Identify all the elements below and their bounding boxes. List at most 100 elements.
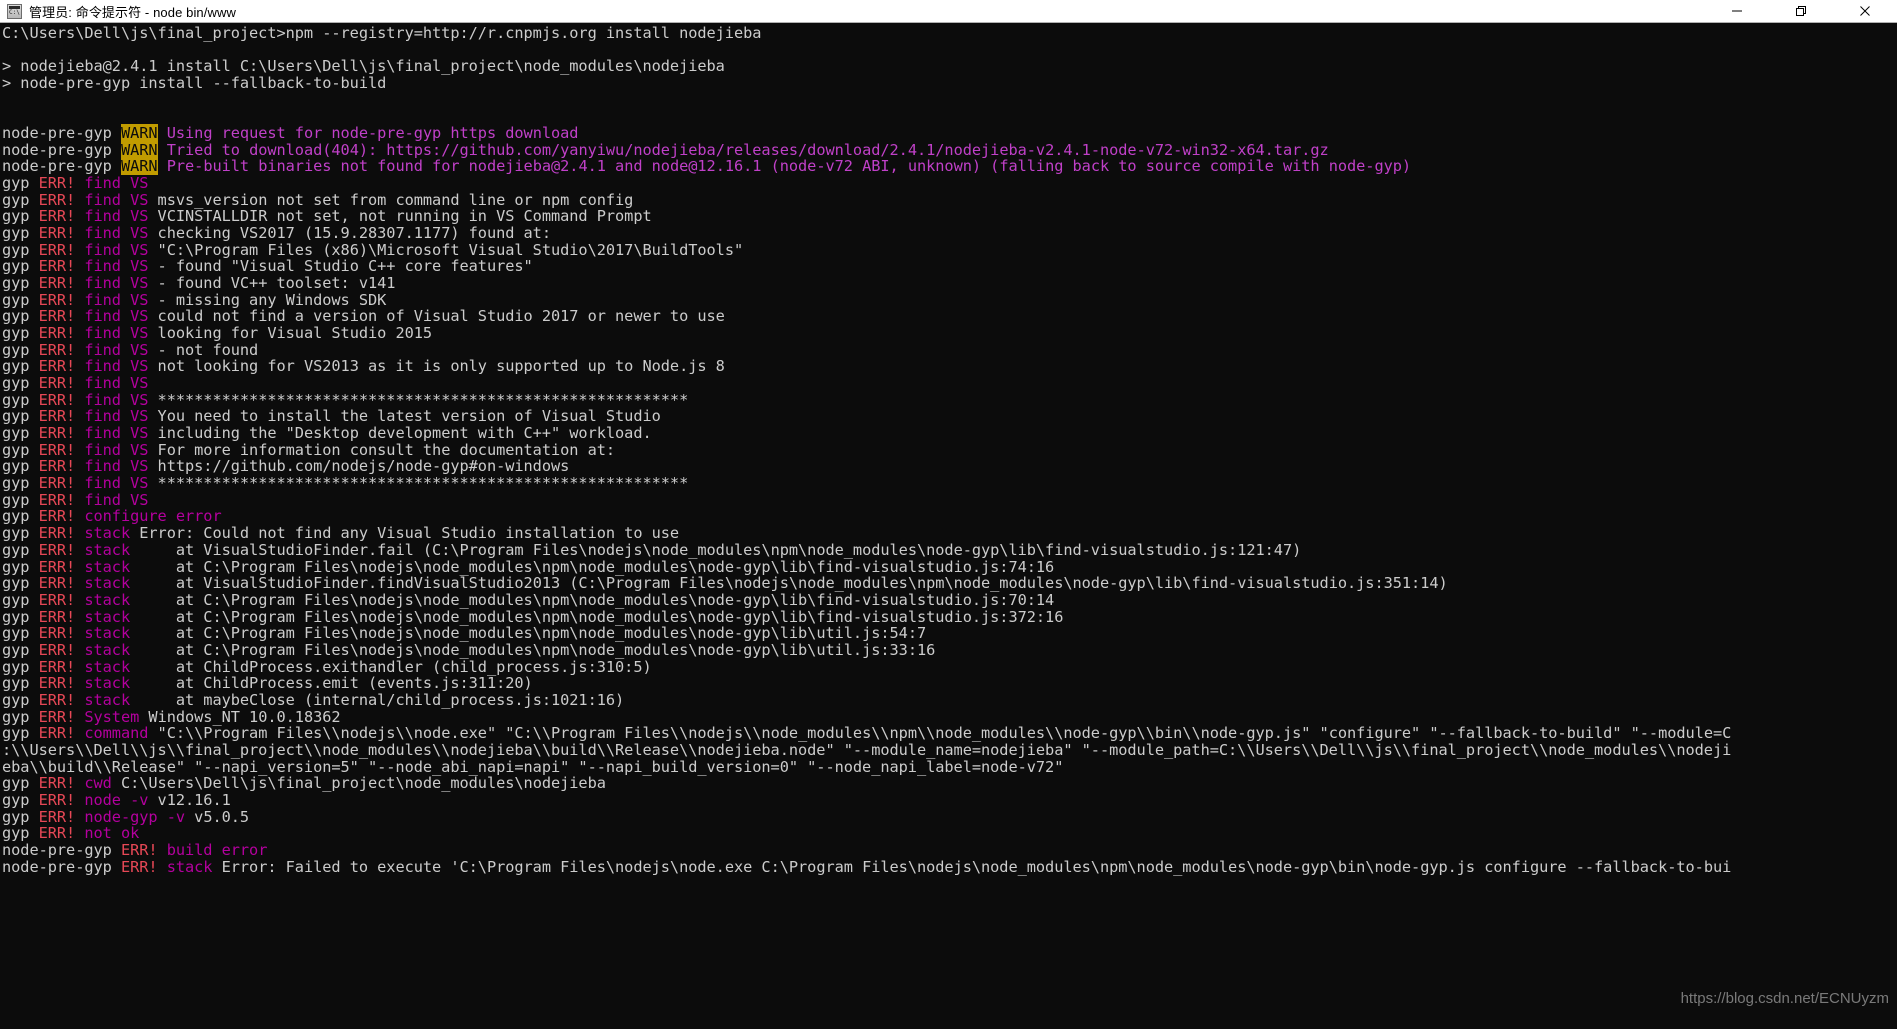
terminal-segment: ERR! xyxy=(38,407,85,426)
terminal-segment: ERR! xyxy=(38,390,85,409)
terminal-segment: stack xyxy=(84,574,131,593)
terminal-segment: ERR! xyxy=(38,807,85,826)
terminal-segment: Windows_NT 10.0.18362 xyxy=(139,707,341,726)
terminal-segment: ERR! xyxy=(38,557,85,576)
terminal-segment: Error: Could not find any Visual Studio … xyxy=(130,524,680,543)
terminal-segment: ERR! xyxy=(38,524,85,543)
terminal-segment: > nodejieba@2.4.1 install C:\Users\Dell\… xyxy=(2,57,725,76)
window-title: 管理员: 命令提示符 - node bin/www xyxy=(29,4,236,20)
terminal-segment: ERR! xyxy=(38,174,85,193)
terminal-segment: stack xyxy=(166,857,213,876)
terminal-segment: stack xyxy=(84,607,131,626)
terminal-segment: ERR! xyxy=(38,790,85,809)
terminal-segment: gyp xyxy=(2,457,39,476)
terminal-segment: gyp xyxy=(2,724,39,743)
terminal-segment: ERR! xyxy=(38,374,85,393)
terminal-line: gyp ERR! stack at VisualStudioFinder.fai… xyxy=(2,540,1897,559)
terminal-segment: find VS xyxy=(84,224,149,243)
terminal-segment: ERR! xyxy=(120,840,167,859)
terminal-line: gyp ERR! find VS xyxy=(2,490,1897,509)
terminal-line: gyp ERR! find VS msvs_version not set fr… xyxy=(2,190,1897,209)
maximize-button[interactable] xyxy=(1769,0,1833,22)
terminal-segment: ERR! xyxy=(38,690,85,709)
terminal-segment: gyp xyxy=(2,524,39,543)
terminal-line: eba\\build\\Release" "--napi_version=5" … xyxy=(2,758,1897,776)
terminal-line: gyp ERR! find VS looking for Visual Stud… xyxy=(2,325,1897,342)
terminal-segment: ERR! xyxy=(38,357,85,376)
terminal-segment: ERR! xyxy=(38,307,85,326)
terminal-segment: gyp xyxy=(2,290,39,309)
terminal-segment: node-pre-gyp xyxy=(2,840,121,859)
terminal-line: gyp ERR! command "C:\\Program Files\\nod… xyxy=(2,725,1897,742)
terminal-segment: ERR! xyxy=(38,574,85,593)
terminal-line: gyp ERR! find VS including the "Desktop … xyxy=(2,425,1897,442)
terminal-line: gyp ERR! find VS - found "Visual Studio … xyxy=(2,258,1897,275)
terminal-segment: gyp xyxy=(2,690,39,709)
terminal-line: node-pre-gyp WARN Pre-built binaries not… xyxy=(2,157,1897,176)
terminal-segment: gyp xyxy=(2,440,39,459)
terminal-segment: including the "Desktop development with … xyxy=(148,424,652,443)
window-controls xyxy=(1705,0,1897,22)
terminal-line: gyp ERR! find VS VCINSTALLDIR not set, n… xyxy=(2,208,1897,225)
terminal-segment: ERR! xyxy=(38,474,85,493)
terminal-segment: find VS xyxy=(84,440,149,459)
terminal-segment: node -v xyxy=(84,790,149,809)
terminal-segment: stack xyxy=(84,657,131,676)
terminal-segment: gyp xyxy=(2,324,39,343)
terminal-segment: find VS xyxy=(84,207,149,226)
terminal-segment: at ChildProcess.emit (events.js:311:20) xyxy=(130,674,533,693)
terminal-line: node-pre-gyp WARN Tried to download(404)… xyxy=(2,140,1897,159)
terminal-segment: WARN xyxy=(120,157,158,176)
terminal-line: gyp ERR! stack at ChildProcess.emit (eve… xyxy=(2,675,1897,692)
window-titlebar[interactable]: 管理员: 命令提示符 - node bin/www xyxy=(0,0,1897,23)
terminal-segment: C:\Users\Dell\js\final_project\node_modu… xyxy=(111,774,606,793)
terminal-segment: ERR! xyxy=(38,257,85,276)
terminal-line: gyp ERR! stack at C:\Program Files\nodej… xyxy=(2,642,1897,659)
terminal-segment: find VS xyxy=(84,190,149,209)
terminal-segment: at C:\Program Files\nodejs\node_modules\… xyxy=(130,607,1064,626)
terminal-segment: Using request for node-pre-gyp https dow… xyxy=(166,124,579,143)
terminal-segment: at C:\Program Files\nodejs\node_modules\… xyxy=(130,590,1055,609)
terminal-segment: Pre-built binaries not found for nodejie… xyxy=(166,157,1412,176)
terminal-output[interactable]: C:\Users\Dell\js\final_project>npm --reg… xyxy=(0,23,1897,1029)
terminal-segment: find VS xyxy=(84,257,149,276)
terminal-segment: ERR! xyxy=(38,824,85,843)
terminal-segment: find VS xyxy=(84,374,149,393)
terminal-segment: stack xyxy=(84,524,131,543)
terminal-segment: ERR! xyxy=(38,440,85,459)
terminal-segment: gyp xyxy=(2,190,39,209)
terminal-segment: find VS xyxy=(84,424,149,443)
terminal-segment: gyp xyxy=(2,507,39,526)
terminal-segment xyxy=(158,141,167,159)
terminal-line: > nodejieba@2.4.1 install C:\Users\Dell\… xyxy=(2,58,1897,75)
terminal-segment: stack xyxy=(84,640,131,659)
terminal-segment: gyp xyxy=(2,590,39,609)
terminal-segment: find VS xyxy=(84,307,149,326)
terminal-segment: - missing any Windows SDK xyxy=(148,290,387,309)
terminal-segment: gyp xyxy=(2,274,39,293)
terminal-segment: ERR! xyxy=(38,674,85,693)
terminal-segment: gyp xyxy=(2,707,39,726)
minimize-button[interactable] xyxy=(1705,0,1769,22)
terminal-segment: gyp xyxy=(2,257,39,276)
close-button[interactable] xyxy=(1833,0,1897,22)
terminal-segment: not ok xyxy=(84,824,140,843)
terminal-segment: gyp xyxy=(2,174,39,193)
terminal-segment xyxy=(158,157,167,175)
terminal-segment: :\\Users\\Dell\\js\\final_project\\node_… xyxy=(2,740,1732,759)
terminal-segment: ERR! xyxy=(38,590,85,609)
terminal-segment: Error: Failed to execute 'C:\Program Fil… xyxy=(212,857,1732,876)
terminal-segment: stack xyxy=(84,540,131,559)
terminal-segment: ERR! xyxy=(38,340,85,359)
terminal-segment: WARN xyxy=(120,124,158,143)
terminal-line: gyp ERR! find VS could not find a versio… xyxy=(2,308,1897,325)
terminal-segment: gyp xyxy=(2,490,39,509)
terminal-line: gyp ERR! stack at C:\Program Files\nodej… xyxy=(2,607,1897,626)
terminal-segment: ERR! xyxy=(38,774,85,793)
terminal-line: gyp ERR! stack at maybeClose (internal/c… xyxy=(2,692,1897,709)
terminal-segment: gyp xyxy=(2,390,39,409)
terminal-segment: find VS xyxy=(84,390,149,409)
terminal-segment: find VS xyxy=(84,407,149,426)
